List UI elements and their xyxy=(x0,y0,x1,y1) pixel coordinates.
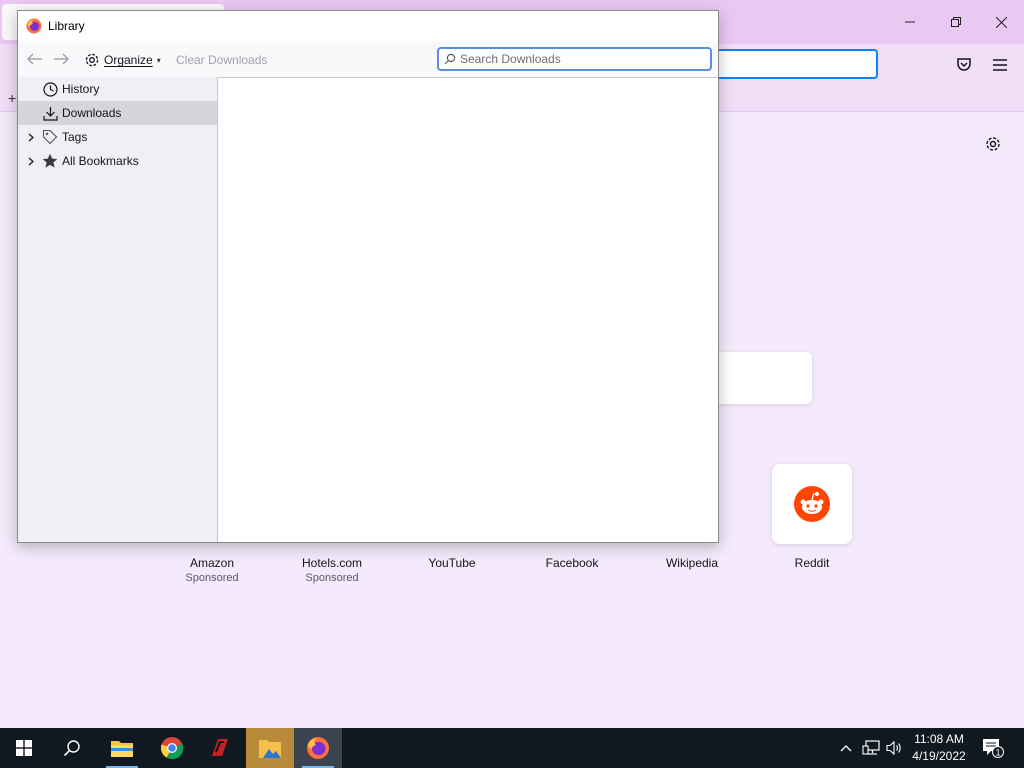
sidebar-item-downloads[interactable]: Downloads xyxy=(18,101,217,125)
search-input[interactable] xyxy=(460,52,700,66)
chrome-icon xyxy=(160,737,184,760)
download-icon xyxy=(42,105,58,121)
sponsored-label: Sponsored xyxy=(305,572,359,584)
sidebar-item-all-bookmarks[interactable]: All Bookmarks xyxy=(18,149,217,173)
taskbar-chrome[interactable] xyxy=(148,728,196,768)
sidebar-item-label: Downloads xyxy=(62,106,122,120)
gear-icon xyxy=(85,53,99,67)
organize-label: Organize xyxy=(104,53,153,67)
taskbar-app[interactable] xyxy=(196,728,244,768)
clock-time: 11:08 AM xyxy=(914,732,964,746)
site-title: Facebook xyxy=(545,556,599,570)
forward-button[interactable] xyxy=(50,49,72,69)
site-title: Amazon xyxy=(189,556,235,570)
volume-button[interactable] xyxy=(886,740,904,756)
firefox-icon xyxy=(26,18,42,34)
plus-icon[interactable]: + xyxy=(8,90,16,106)
pocket-button[interactable] xyxy=(952,53,976,77)
library-sidebar-tree: History Downloads Tags All Bookmarks xyxy=(18,77,218,542)
search-icon xyxy=(444,53,456,65)
network-button[interactable] xyxy=(862,740,880,756)
firefox-icon xyxy=(307,737,329,759)
action-center-button[interactable]: 1 xyxy=(980,736,1006,760)
downloads-list[interactable] xyxy=(219,77,718,542)
close-button[interactable] xyxy=(978,0,1024,44)
url-bar[interactable] xyxy=(700,49,878,79)
tray-overflow-button[interactable] xyxy=(838,740,854,756)
app-icon xyxy=(212,739,228,756)
top-site-reddit[interactable]: Reddit xyxy=(762,464,862,570)
sidebar-item-label: History xyxy=(62,82,100,96)
site-title: YouTube xyxy=(428,556,476,570)
chevron-right-icon[interactable] xyxy=(26,132,36,142)
speaker-icon xyxy=(886,740,901,756)
pocket-icon xyxy=(957,58,971,71)
photos-icon xyxy=(259,740,281,758)
sidebar-item-history[interactable]: History xyxy=(18,77,217,101)
search-box[interactable] xyxy=(437,47,712,71)
notification-icon: 1 xyxy=(983,739,1004,758)
arrow-right-icon xyxy=(54,53,69,65)
minimize-button[interactable] xyxy=(887,0,933,44)
reddit-icon xyxy=(794,486,830,522)
clear-downloads-button[interactable]: Clear Downloads xyxy=(176,53,267,67)
taskbar-photos[interactable] xyxy=(246,728,294,768)
close-icon xyxy=(995,16,1007,28)
notification-count: 1 xyxy=(995,748,1000,758)
tag-icon xyxy=(42,129,58,145)
restore-icon xyxy=(951,17,961,27)
app-menu-button[interactable] xyxy=(988,53,1012,77)
library-title: Library xyxy=(48,19,85,33)
sidebar-item-label: All Bookmarks xyxy=(62,154,139,168)
chevron-right-icon[interactable] xyxy=(26,156,36,166)
taskbar-clock[interactable]: 11:08 AM 4/19/2022 xyxy=(906,731,972,765)
clock-date: 4/19/2022 xyxy=(912,749,966,763)
taskbar-firefox[interactable] xyxy=(294,728,342,768)
library-window: Library Organize ▾ Clear Downloads Histo… xyxy=(17,10,719,543)
sidebar-item-label: Tags xyxy=(62,130,88,144)
taskbar-search-button[interactable] xyxy=(48,728,96,768)
restore-button[interactable] xyxy=(933,0,979,44)
library-toolbar: Organize ▾ Clear Downloads xyxy=(18,41,718,77)
windows-start-icon xyxy=(16,740,32,756)
folder-icon xyxy=(111,741,133,757)
library-titlebar: Library xyxy=(18,11,718,41)
hamburger-icon xyxy=(993,59,1007,71)
site-title: Reddit xyxy=(794,556,830,570)
taskbar-file-explorer[interactable] xyxy=(98,728,146,768)
star-icon xyxy=(42,153,58,169)
arrow-left-icon xyxy=(27,53,42,65)
network-icon xyxy=(862,740,880,755)
taskbar: 11:08 AM 4/19/2022 1 xyxy=(0,728,1024,768)
search-icon xyxy=(63,740,80,757)
minimize-icon xyxy=(905,21,915,23)
clock-icon xyxy=(42,81,58,97)
site-title: Wikipedia xyxy=(665,556,719,570)
sponsored-label: Sponsored xyxy=(185,572,239,584)
back-button[interactable] xyxy=(24,49,46,69)
chevron-up-icon xyxy=(840,745,852,752)
start-button[interactable] xyxy=(0,728,48,768)
site-title: Hotels.com xyxy=(301,556,363,570)
site-tile xyxy=(772,464,852,544)
chevron-down-icon: ▾ xyxy=(156,55,161,65)
sidebar-item-tags[interactable]: Tags xyxy=(18,125,217,149)
organize-menu-button[interactable]: Organize ▾ xyxy=(84,49,161,71)
newtab-settings-button[interactable] xyxy=(982,133,1004,155)
gear-icon xyxy=(986,137,1000,151)
